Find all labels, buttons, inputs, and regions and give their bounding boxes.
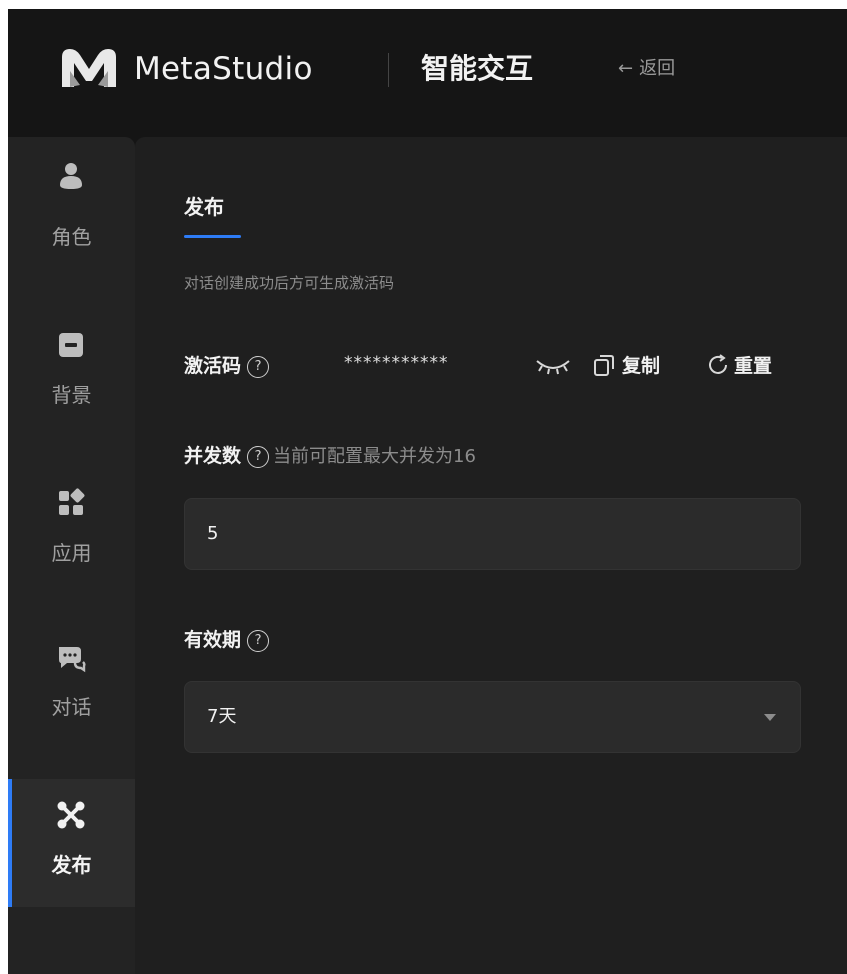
activation-code-row: 激活码? *********** 复制 重置: [184, 347, 824, 383]
active-indicator: [8, 779, 12, 907]
copy-icon: [594, 355, 614, 376]
hint-text: 对话创建成功后方可生成激活码: [184, 274, 395, 292]
help-icon[interactable]: ?: [247, 356, 270, 378]
back-link[interactable]: ← 返回: [618, 55, 675, 83]
help-icon[interactable]: ?: [247, 446, 270, 468]
publish-icon: [57, 801, 85, 829]
sidebar-item-role[interactable]: 角色: [8, 137, 135, 265]
back-label: 返回: [639, 58, 676, 79]
concurrency-input[interactable]: 5: [184, 498, 801, 570]
copy-label: 复制: [622, 355, 661, 377]
activation-code-value: ***********: [344, 353, 449, 373]
activation-code-label-group: 激活码?: [184, 351, 270, 378]
sidebar-item-label: 背景: [51, 383, 92, 407]
sidebar-item-background[interactable]: 背景: [8, 293, 135, 421]
eye-closed-icon[interactable]: [534, 355, 572, 377]
activation-code-label: 激活码: [184, 355, 242, 377]
sidebar-item-label: 对话: [51, 695, 92, 719]
app-window: MetaStudio 智能交互 ← 返回 角色 背景 应用 对话 发布 发布 对…: [8, 9, 847, 974]
sidebar-nav: 角色 背景 应用 对话 发布: [8, 137, 135, 974]
refresh-icon: [709, 354, 727, 374]
person-icon: [60, 163, 82, 189]
sidebar-item-label: 应用: [51, 541, 92, 565]
concurrency-label: 并发数: [184, 445, 242, 467]
validity-label-row: 有效期?: [184, 625, 270, 661]
sidebar-item-publish[interactable]: 发布: [8, 779, 135, 907]
help-icon[interactable]: ?: [247, 630, 270, 652]
metastudio-logo-icon: [62, 49, 116, 87]
brand-name: MetaStudio: [134, 51, 313, 87]
chat-icon: [59, 647, 86, 673]
header-divider: [388, 53, 389, 87]
tab-underline: [184, 235, 241, 238]
tab-publish[interactable]: 发布: [184, 191, 224, 220]
back-arrow-icon: ←: [618, 58, 634, 79]
concurrency-note: 当前可配置最大并发为16: [273, 446, 476, 467]
reset-label: 重置: [734, 355, 773, 377]
product-title: 智能交互: [421, 52, 534, 85]
caret-down-icon: [764, 714, 776, 721]
sidebar-item-apps[interactable]: 应用: [8, 457, 135, 585]
validity-label: 有效期: [184, 629, 242, 651]
validity-select[interactable]: 7天: [184, 681, 801, 753]
sidebar-item-chat[interactable]: 对话: [8, 611, 135, 739]
main-panel: 发布 对话创建成功后方可生成激活码 激活码? *********** 复制 重置…: [135, 137, 847, 974]
top-header: MetaStudio 智能交互 ← 返回: [8, 9, 847, 137]
background-icon: [59, 333, 83, 357]
sidebar-item-label: 发布: [51, 853, 92, 877]
concurrency-label-row: 并发数? 当前可配置最大并发为16: [184, 441, 476, 477]
validity-selected-value: 7天: [207, 706, 237, 727]
apps-icon: [59, 488, 85, 515]
sidebar-item-label: 角色: [51, 225, 92, 249]
